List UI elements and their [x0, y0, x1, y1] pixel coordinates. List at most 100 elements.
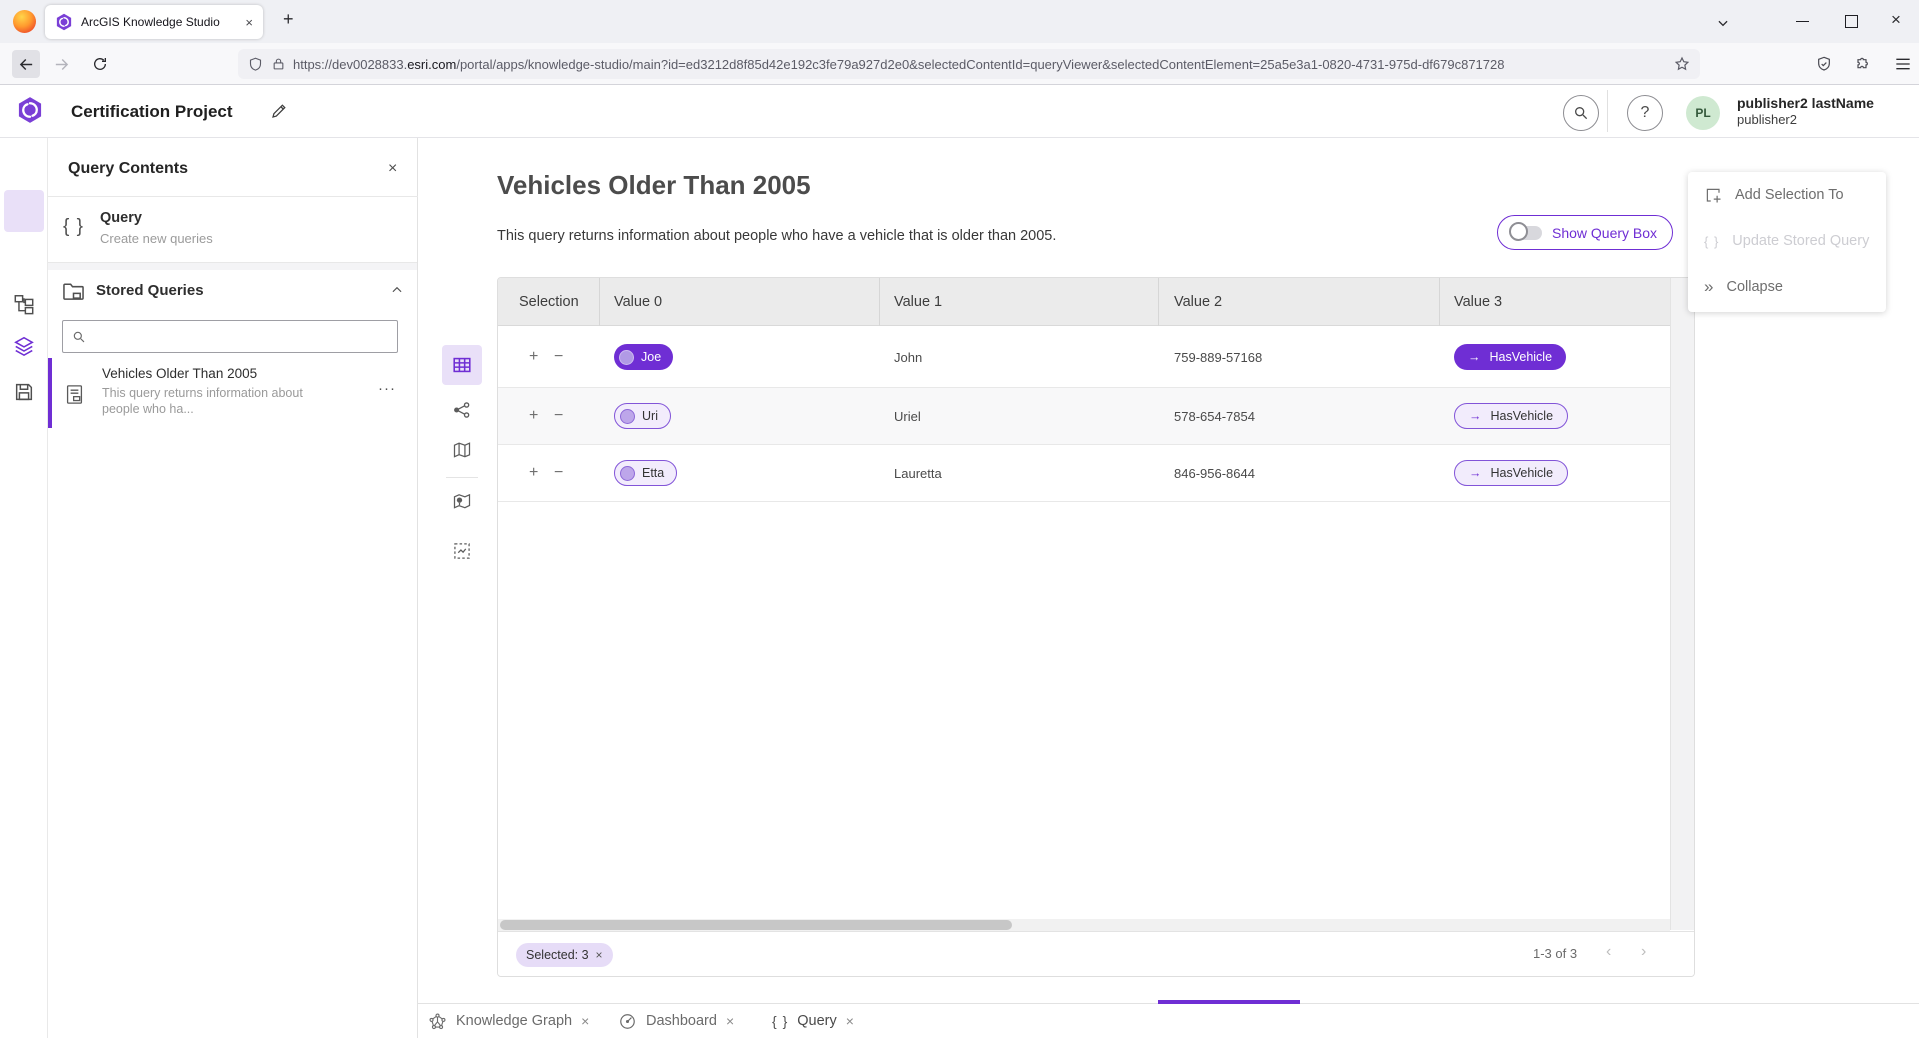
clear-selection-icon[interactable]: × — [596, 948, 603, 962]
browser-toolbar: https://dev0028833.esri.com/portal/apps/… — [0, 43, 1919, 85]
stored-query-options-icon[interactable]: ··· — [378, 380, 396, 397]
cell-value1: Uriel — [894, 409, 921, 424]
tab-close-icon[interactable]: × — [245, 15, 253, 30]
table-view-button[interactable] — [442, 345, 482, 385]
tab-query[interactable]: { } Query × — [772, 1004, 854, 1038]
row-expand-button[interactable]: + — [529, 348, 538, 366]
tab-knowledge-graph[interactable]: Knowledge Graph × — [428, 1004, 589, 1038]
row-remove-button[interactable]: − — [554, 407, 563, 425]
avatar[interactable]: PL — [1686, 96, 1720, 130]
cell-value1: Lauretta — [894, 466, 942, 481]
knowledge-graph-icon — [428, 1012, 447, 1031]
entity-pill[interactable]: Uri — [614, 403, 671, 429]
data-model-icon[interactable] — [13, 293, 35, 315]
show-query-box-button[interactable]: Show Query Box — [1497, 215, 1673, 250]
arrow-icon: → — [1468, 350, 1481, 364]
edit-project-title-icon[interactable] — [270, 102, 288, 120]
entity-pill[interactable]: Joe — [614, 344, 673, 370]
link-chart-view-button[interactable] — [442, 390, 482, 430]
reload-button[interactable] — [92, 56, 108, 72]
tab-list-chevron-icon[interactable] — [1716, 16, 1730, 30]
cell-value2: 578-654-7854 — [1174, 409, 1255, 424]
table-row[interactable]: + − Etta Lauretta 846-956-8644 →HasVehic… — [498, 445, 1670, 502]
query-title: Vehicles Older Than 2005 — [497, 170, 811, 201]
user-info[interactable]: publisher2 lastName publisher2 — [1737, 95, 1874, 128]
table-footer: Selected: 3 × 1-3 of 3 ‹ › — [498, 931, 1694, 976]
lock-icon[interactable] — [272, 57, 285, 71]
table-vertical-scrollbar[interactable] — [1670, 278, 1694, 930]
stored-queries-folder-icon — [62, 280, 85, 301]
add-selection-to-item[interactable]: Add Selection To — [1688, 172, 1886, 218]
collapse-section-chevron-icon[interactable] — [390, 283, 404, 297]
query-description: This query returns information about peo… — [497, 228, 1056, 244]
back-button[interactable] — [12, 50, 40, 78]
query-item-sublabel: Create new queries — [100, 231, 213, 246]
arrow-icon: → — [1469, 409, 1482, 423]
close-tab-icon[interactable]: × — [726, 1013, 734, 1029]
row-expand-button[interactable]: + — [529, 464, 538, 482]
relationship-pill[interactable]: →HasVehicle — [1454, 460, 1568, 486]
query-item-label: Query — [100, 210, 142, 226]
tab-label: Knowledge Graph — [456, 1013, 572, 1029]
window-close-button[interactable]: × — [1891, 10, 1901, 30]
table-horizontal-scrollbar[interactable] — [498, 919, 1670, 931]
browser-tab-strip: ArcGIS Knowledge Studio × + × — [0, 0, 1919, 43]
scrollbar-thumb[interactable] — [500, 920, 1012, 930]
next-page-icon[interactable]: › — [1641, 943, 1646, 961]
search-icon — [72, 330, 86, 344]
map-view-button[interactable] — [442, 430, 482, 470]
selection-map-button[interactable] — [442, 531, 482, 571]
show-query-box-toggle[interactable] — [1512, 226, 1542, 240]
add-selection-to-label: Add Selection To — [1735, 187, 1844, 203]
layers-icon[interactable] — [13, 335, 35, 357]
query-item[interactable]: { } Query Create new queries — [48, 196, 417, 262]
query-braces-icon: { } — [772, 1013, 788, 1029]
extensions-icon[interactable] — [1856, 56, 1872, 72]
stored-queries-search[interactable] — [62, 320, 398, 353]
help-button[interactable]: ? — [1627, 95, 1663, 131]
previous-page-icon[interactable]: ‹ — [1606, 943, 1611, 961]
panel-close-icon[interactable]: × — [388, 160, 397, 178]
col-header-value2: Value 2 — [1174, 278, 1222, 326]
entity-dot-icon — [620, 466, 635, 481]
active-tab-indicator — [1158, 1000, 1300, 1004]
url-bar[interactable]: https://dev0028833.esri.com/portal/apps/… — [238, 49, 1700, 79]
stored-query-item[interactable]: Vehicles Older Than 2005 This query retu… — [48, 358, 417, 428]
relationship-pill[interactable]: →HasVehicle — [1454, 403, 1568, 429]
project-title: Certification Project — [71, 102, 233, 122]
table-row[interactable]: + − Uri Uriel 578-654-7854 →HasVehicle — [498, 388, 1670, 445]
browser-tab[interactable]: ArcGIS Knowledge Studio × — [45, 5, 263, 39]
entity-pill[interactable]: Etta — [614, 460, 677, 486]
collapse-item[interactable]: » Collapse — [1688, 264, 1886, 310]
forward-button[interactable] — [53, 56, 70, 73]
firefox-icon[interactable] — [13, 10, 36, 33]
update-query-braces-icon: { } — [1704, 234, 1719, 249]
close-tab-icon[interactable]: × — [846, 1013, 854, 1029]
tab-dashboard[interactable]: Dashboard × — [618, 1004, 734, 1038]
results-table: Selection Value 0 Value 1 Value 2 Value … — [497, 277, 1695, 977]
pagination-range: 1-3 of 3 — [1533, 946, 1577, 961]
bookmark-star-icon[interactable] — [1674, 56, 1690, 72]
menu-icon[interactable] — [1895, 57, 1911, 71]
add-to-map-button[interactable] — [442, 481, 482, 521]
app-header: Certification Project ? PL publisher2 la… — [0, 85, 1919, 138]
row-remove-button[interactable]: − — [554, 464, 563, 482]
tracking-protection-shield-icon[interactable] — [248, 57, 263, 72]
search-button[interactable] — [1563, 95, 1599, 131]
selected-count-chip[interactable]: Selected: 3 × — [516, 943, 613, 967]
row-expand-button[interactable]: + — [529, 407, 538, 425]
new-tab-button[interactable]: + — [283, 9, 294, 30]
save-icon[interactable] — [13, 381, 35, 403]
row-remove-button[interactable]: − — [554, 348, 563, 366]
close-tab-icon[interactable]: × — [581, 1013, 589, 1029]
window-minimize-button[interactable] — [1796, 21, 1809, 22]
window-maximize-button[interactable] — [1845, 15, 1858, 28]
table-row[interactable]: + − Joe John 759-889-57168 →HasVehicle — [498, 326, 1670, 388]
browser-shield-icon[interactable] — [1816, 56, 1832, 72]
entity-dot-icon — [620, 409, 635, 424]
relationship-pill[interactable]: →HasVehicle — [1454, 344, 1566, 370]
tab-title: ArcGIS Knowledge Studio — [81, 15, 245, 29]
update-stored-query-item[interactable]: { } Update Stored Query — [1688, 218, 1886, 264]
stored-queries-header[interactable]: Stored Queries — [48, 270, 417, 312]
app-window: ArcGIS Knowledge Studio × + × https: — [0, 0, 1919, 1038]
